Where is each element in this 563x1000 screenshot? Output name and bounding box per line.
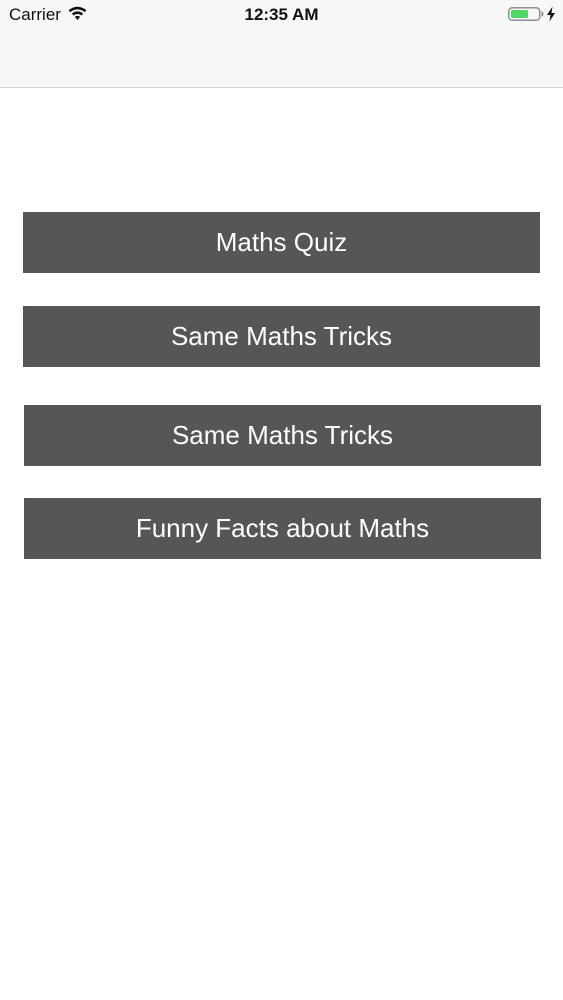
battery-icon [508, 7, 544, 21]
same-maths-tricks-button[interactable]: Same Maths Tricks [23, 306, 540, 367]
maths-quiz-button-label: Maths Quiz [215, 227, 348, 257]
status-bar: Carrier 12:35 AM [0, 0, 563, 30]
funny-facts-button[interactable]: Funny Facts about Maths [24, 498, 541, 559]
clock-time: 12:35 AM [244, 5, 319, 24]
same-maths-tricks-button-label: Same Maths Tricks [170, 321, 393, 351]
navigation-bar: Carrier 12:35 AM [0, 0, 563, 88]
bolt-icon [547, 6, 555, 22]
maths-quiz-button[interactable]: Maths Quiz [23, 212, 540, 273]
same-maths-tricks-button-2[interactable]: Same Maths Tricks [24, 405, 541, 466]
funny-facts-button-label: Funny Facts about Maths [135, 513, 430, 543]
same-maths-tricks-button-2-label: Same Maths Tricks [171, 420, 394, 450]
app-screen: Carrier 12:35 AM Maths Quiz Same Maths T… [0, 0, 563, 1000]
